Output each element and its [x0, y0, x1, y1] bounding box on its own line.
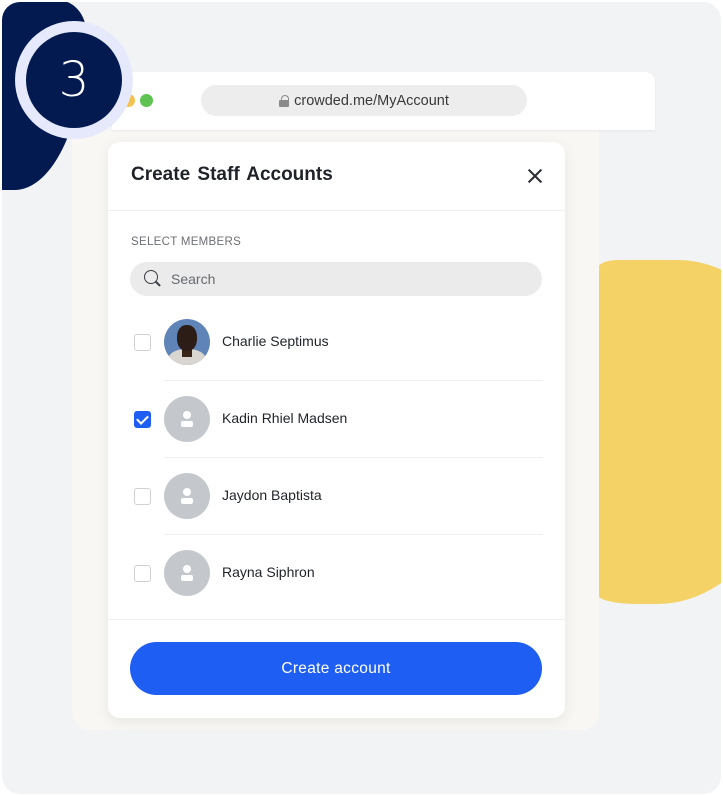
create-staff-accounts-modal: Create Staff Accounts SELECT MEMBERS Cha…	[108, 142, 565, 718]
member-row[interactable]: Rayna Siphron	[108, 535, 565, 612]
member-row[interactable]: Charlie Septimus	[108, 304, 565, 381]
member-name: Jaydon Baptista	[222, 487, 322, 503]
member-row[interactable]: Jaydon Baptista	[108, 458, 565, 535]
close-icon[interactable]	[525, 166, 545, 186]
create-account-button[interactable]: Create account	[130, 642, 542, 695]
member-name: Rayna Siphron	[222, 564, 315, 580]
step-number: 3	[26, 32, 122, 128]
member-name: Charlie Septimus	[222, 333, 329, 349]
modal-footer: Create account	[108, 619, 565, 718]
modal-header: Create Staff Accounts	[108, 142, 565, 211]
select-members-label: SELECT MEMBERS	[131, 236, 242, 248]
member-checkbox[interactable]	[134, 488, 151, 505]
address-bar[interactable]: crowded.me/MyAccount	[201, 85, 527, 116]
member-list: Charlie Septimus Kadin Rhiel Madsen Jayd…	[108, 304, 565, 612]
member-row[interactable]: Kadin Rhiel Madsen	[108, 381, 565, 458]
step-badge: 3	[15, 21, 133, 139]
browser-toolbar: crowded.me/MyAccount	[112, 72, 655, 130]
window-maximize-dot[interactable]	[140, 94, 153, 107]
search-field[interactable]	[130, 262, 542, 296]
url-text: crowded.me/MyAccount	[294, 92, 449, 109]
placeholder-person-icon	[164, 550, 210, 596]
member-checkbox[interactable]	[134, 565, 151, 582]
search-input[interactable]	[171, 271, 501, 287]
placeholder-person-icon	[164, 473, 210, 519]
search-icon	[144, 270, 162, 288]
avatar-photo	[164, 319, 210, 365]
lock-icon	[279, 94, 290, 107]
placeholder-person-icon	[164, 396, 210, 442]
yellow-decorative-blob	[597, 260, 721, 604]
member-checkbox-checked[interactable]	[134, 411, 151, 428]
modal-title: Create Staff Accounts	[131, 164, 333, 185]
member-checkbox[interactable]	[134, 334, 151, 351]
member-name: Kadin Rhiel Madsen	[222, 410, 348, 426]
page-background: crowded.me/MyAccount Create Staff Accoun…	[2, 2, 721, 794]
